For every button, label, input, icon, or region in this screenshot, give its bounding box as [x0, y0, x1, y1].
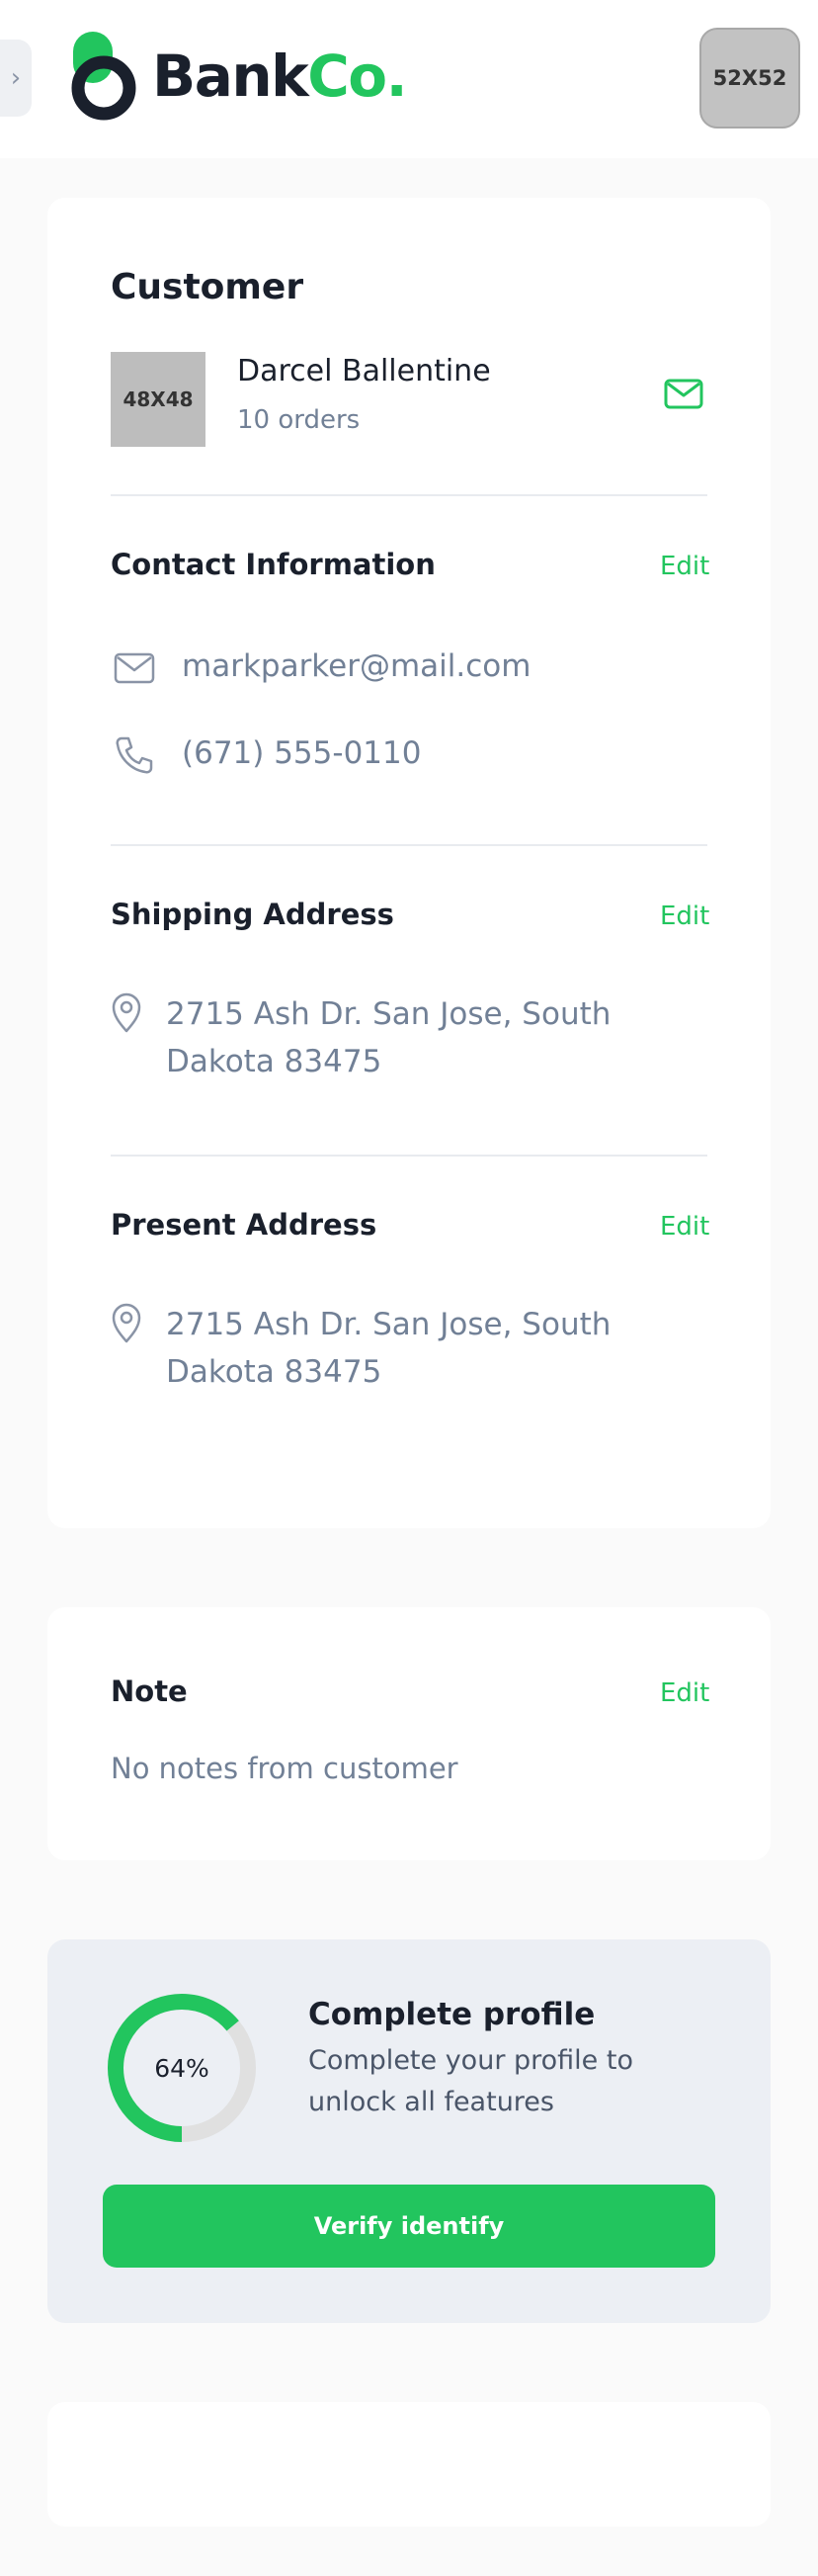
verify-identity-button[interactable]: Verify identify [103, 2185, 715, 2268]
divider [111, 844, 707, 846]
shipping-address-text: 2715 Ash Dr. San Jose, South Dakota 8347… [166, 996, 612, 1079]
user-avatar[interactable]: 52X52 [699, 28, 800, 129]
location-pin-icon [112, 1303, 141, 1343]
edit-note-button[interactable]: Edit [660, 1678, 709, 1708]
present-address-text: 2715 Ash Dr. San Jose, South Dakota 8347… [166, 1307, 612, 1390]
complete-profile-title: Complete profile [308, 1997, 596, 2032]
bottom-card [47, 2402, 771, 2527]
brand-logo[interactable]: BankCo. [71, 30, 408, 123]
mail-icon[interactable] [662, 372, 705, 415]
divider [111, 1155, 707, 1157]
present-address-title: Present Address [111, 1208, 377, 1242]
customer-card: Customer 48X48 Darcel Ballentine 10 orde… [47, 198, 771, 1528]
email-icon [114, 652, 155, 684]
note-text: No notes from customer [111, 1752, 458, 1785]
edit-present-address-button[interactable]: Edit [660, 1212, 709, 1242]
note-title: Note [111, 1674, 188, 1708]
complete-profile-description: Complete your profile to unlock all feat… [308, 2045, 633, 2117]
shipping-address-title: Shipping Address [111, 898, 394, 931]
customer-orders-count: 10 orders [237, 405, 361, 435]
contact-phone: (671) 555-0110 [182, 735, 422, 771]
location-pin-icon [112, 992, 141, 1033]
bankco-logo-icon [71, 32, 136, 121]
customer-avatar: 48X48 [111, 352, 205, 447]
customer-name: Darcel Ballentine [237, 354, 491, 388]
phone-icon [116, 736, 153, 774]
contact-email: markparker@mail.com [182, 648, 532, 684]
edit-shipping-button[interactable]: Edit [660, 902, 709, 931]
note-card: Note Edit No notes from customer [47, 1607, 771, 1860]
sidebar-toggle-button[interactable]: › [0, 40, 32, 117]
complete-profile-card: 64% Complete profile Complete your profi… [47, 1939, 771, 2323]
top-header: › BankCo. 52X52 [0, 0, 818, 158]
divider [111, 494, 707, 496]
chevron-right-icon: › [10, 63, 22, 93]
edit-contact-button[interactable]: Edit [660, 552, 709, 581]
contact-information-title: Contact Information [111, 548, 436, 581]
profile-progress-label: 64% [154, 2053, 209, 2083]
brand-name: BankCo. [152, 43, 408, 110]
customer-title: Customer [111, 267, 304, 307]
